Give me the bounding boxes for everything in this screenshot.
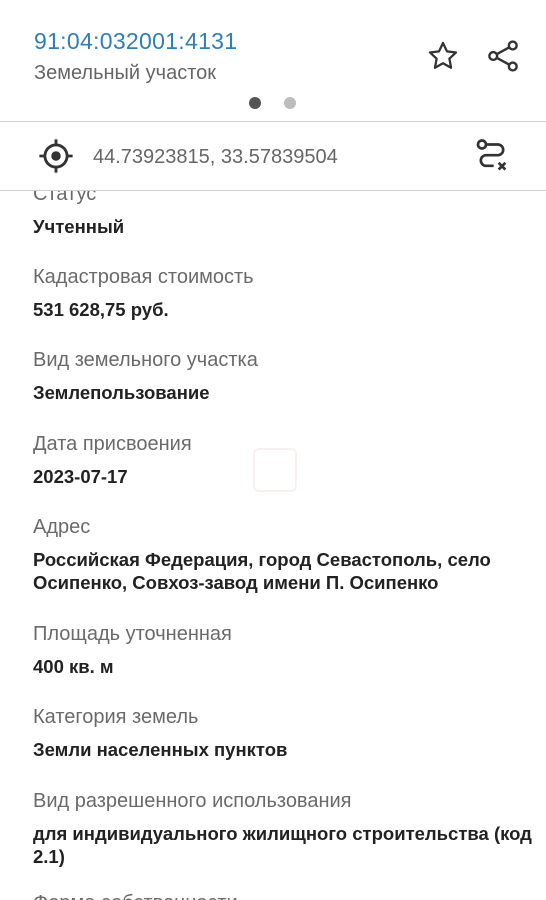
field-land-category: Категория земель Земли населенных пункто… (33, 705, 546, 761)
page-dot-active[interactable] (249, 97, 261, 109)
field-label: Дата присвоения (33, 433, 192, 455)
share-button[interactable] (481, 34, 525, 78)
field-value: 531 628,75 руб. (33, 299, 169, 320)
field-area: Площадь уточненная 400 кв. м (33, 622, 546, 678)
share-icon (488, 40, 518, 72)
locate-button[interactable] (34, 134, 78, 178)
field-label: Площадь уточненная (33, 623, 232, 645)
route-button[interactable] (470, 135, 514, 179)
coordinates-text[interactable]: 44.73923815, 33.57839504 (93, 146, 338, 169)
star-icon (428, 41, 458, 69)
details-list: Статус Учтенный Кадастровая стоимость 53… (0, 191, 546, 900)
field-value: Российская Федерация, город Севастополь,… (33, 549, 491, 593)
field-label: Вид разрешенного использования (33, 790, 352, 812)
field-cadastral-value: Кадастровая стоимость 531 628,75 руб. (33, 265, 546, 321)
header: 91:04:032001:4131 Земельный участок (0, 0, 546, 120)
field-assign-date: Дата присвоения 2023-07-17 (33, 432, 546, 488)
route-clear-icon (476, 139, 507, 171)
field-value: Учтенный (33, 216, 125, 237)
field-label: Вид земельного участка (33, 349, 258, 371)
page-indicator (249, 97, 296, 109)
field-value: 400 кв. м (33, 656, 114, 677)
field-value: Землепользование (33, 382, 210, 403)
field-status: Статус Учтенный (33, 191, 546, 238)
page-dot[interactable] (284, 97, 296, 109)
field-address: Адрес Российская Федерация, город Севаст… (33, 515, 546, 594)
object-type-subtitle: Земельный участок (34, 62, 217, 84)
favorite-button[interactable] (421, 34, 465, 78)
field-value: для индивидуального жилищного строительс… (33, 823, 532, 867)
field-label: Форма собственности (33, 891, 546, 900)
field-value: Земли населенных пунктов (33, 739, 288, 760)
field-land-type: Вид земельного участка Землепользование (33, 348, 546, 404)
gps-target-icon (39, 139, 73, 173)
field-label: Кадастровая стоимость (33, 266, 254, 288)
field-value: 2023-07-17 (33, 466, 128, 487)
cadastral-number[interactable]: 91:04:032001:4131 (34, 28, 237, 55)
field-label: Статус (33, 191, 97, 205)
field-permitted-use: Вид разрешенного использования для индив… (33, 789, 546, 868)
field-label: Категория земель (33, 706, 199, 728)
field-ownership: Форма собственности (33, 891, 546, 900)
field-label: Адрес (33, 516, 91, 538)
